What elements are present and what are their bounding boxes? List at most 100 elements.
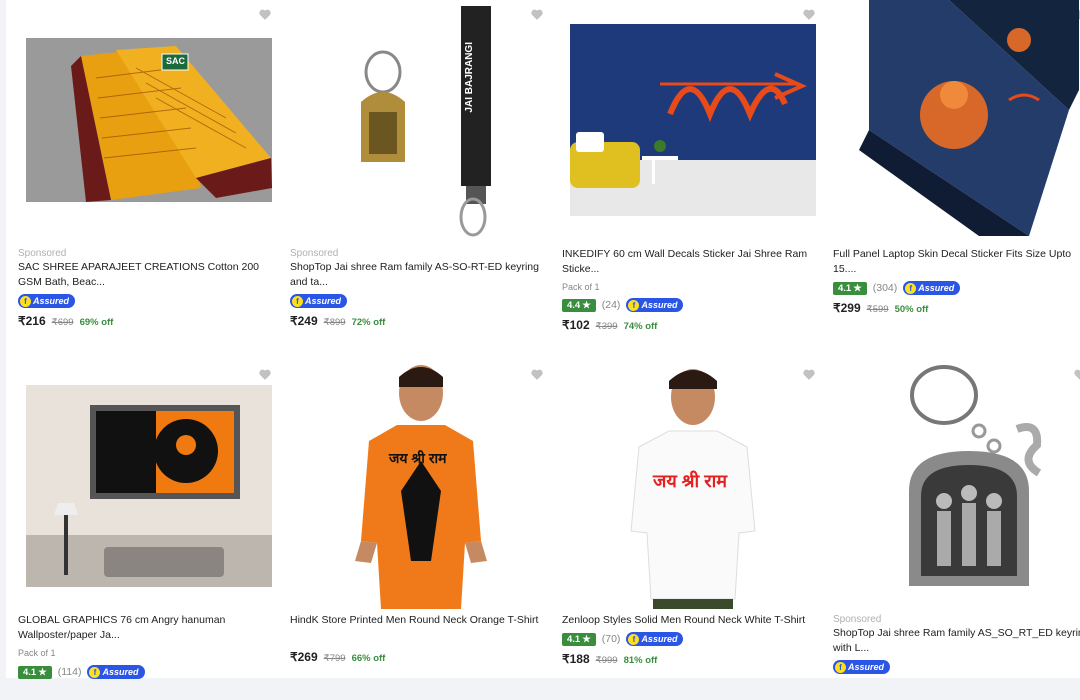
product-card[interactable]: SAC Sponsored SAC SHREE APARAJEET CREATI…	[18, 0, 280, 340]
price-row: ₹299 ₹599 50% off	[833, 301, 928, 315]
rating-value: 4.4	[567, 299, 581, 311]
assured-badge: f Assured	[290, 294, 348, 308]
sponsored-label: Sponsored	[833, 614, 882, 625]
discount: 81% off	[623, 655, 658, 666]
product-title[interactable]: Zenloop Styles Solid Men Round Neck Whit…	[562, 613, 824, 628]
assured-label: Assured	[305, 296, 342, 306]
assured-label: Assured	[848, 662, 885, 672]
shirt-print-text: जय श्री राम	[653, 471, 727, 491]
orange-tshirt-image	[355, 365, 487, 609]
product-image[interactable]	[570, 24, 816, 216]
review-count: (70)	[601, 633, 621, 645]
rating-value: 4.1	[838, 282, 852, 294]
badges-row: f Assured	[290, 294, 348, 308]
product-title[interactable]: Full Panel Laptop Skin Decal Sticker Fit…	[833, 247, 1080, 277]
product-image[interactable]: जय श्री राम	[603, 361, 783, 609]
product-image-wrap[interactable]: SAC	[18, 36, 280, 204]
discount: 72% off	[351, 317, 386, 328]
assured-icon: f	[628, 299, 640, 311]
original-price: ₹599	[866, 304, 889, 315]
wishlist-heart-icon[interactable]	[258, 8, 272, 22]
product-card[interactable]: Full Panel Laptop Skin Decal Sticker Fit…	[833, 0, 1080, 340]
assured-icon: f	[835, 661, 846, 673]
discount: 69% off	[79, 317, 114, 328]
star-icon: ★	[582, 633, 591, 645]
product-title[interactable]: ShopTop Jai shree Ram family AS-SO-RT-ED…	[290, 260, 552, 290]
price-row: ₹188 ₹999 81% off	[562, 652, 657, 666]
product-image[interactable]: जय श्री राम	[331, 361, 511, 609]
product-card[interactable]: Sponsored ShopTop Jai shree Ram family A…	[833, 360, 1080, 700]
rating-row: 4.1 ★ (304) f Assured	[833, 281, 961, 295]
assured-label: Assured	[641, 300, 678, 310]
price: ₹299	[833, 301, 861, 315]
assured-label: Assured	[641, 634, 678, 644]
saffron-towel-image	[71, 46, 272, 202]
product-title[interactable]: INKEDIFY 60 cm Wall Decals Sticker Jai S…	[562, 247, 824, 277]
product-title[interactable]: SAC SHREE APARAJEET CREATIONS Cotton 200…	[18, 260, 280, 290]
wishlist-heart-icon[interactable]	[258, 368, 272, 382]
wall-decal-image	[570, 72, 816, 216]
rating-row: 4.1 ★ (70) f Assured	[562, 632, 684, 646]
assured-badge: f Assured	[18, 294, 76, 308]
product-image-wrap[interactable]	[833, 0, 1080, 236]
original-price: ₹699	[51, 317, 74, 328]
rating-row: 4.4 ★ (24) f Assured	[562, 298, 684, 312]
assured-badge: f Assured	[903, 281, 961, 295]
review-count: (24)	[601, 299, 621, 311]
product-card[interactable]: JAI BAJRANGI Sponsored ShopTop Jai shree…	[290, 0, 552, 340]
silver-keyring-image	[909, 365, 1042, 586]
rating-badge: 4.1 ★	[18, 665, 52, 679]
price: ₹102	[562, 318, 590, 332]
review-count: (304)	[872, 282, 898, 294]
star-icon: ★	[38, 666, 47, 678]
product-title[interactable]: HindK Store Printed Men Round Neck Orang…	[290, 613, 552, 628]
product-image[interactable]: JAI BAJRANGI	[331, 2, 511, 242]
shirt-print-text: जय श्री राम	[389, 450, 447, 466]
price: ₹249	[290, 314, 318, 328]
rating-value: 4.1	[567, 633, 581, 645]
assured-label: Assured	[918, 283, 955, 293]
product-card[interactable]: INKEDIFY 60 cm Wall Decals Sticker Jai S…	[562, 0, 824, 340]
badges-row: f Assured	[833, 660, 891, 674]
rating-badge: 4.1 ★	[833, 281, 867, 295]
original-price: ₹399	[595, 321, 618, 332]
assured-badge: f Assured	[626, 298, 684, 312]
assured-badge: f Assured	[626, 632, 684, 646]
product-card[interactable]: जय श्री राम Zenloop Styles Solid Men Rou…	[562, 360, 824, 700]
product-card[interactable]: जय श्री राम HindK Store Printed Men Roun…	[290, 360, 552, 700]
keyring-lanyard-image	[361, 6, 491, 237]
sponsored-label: Sponsored	[290, 248, 339, 259]
product-image[interactable]	[26, 385, 272, 587]
product-grid: SAC Sponsored SAC SHREE APARAJEET CREATI…	[6, 0, 1080, 679]
wishlist-heart-icon[interactable]	[802, 8, 816, 22]
product-card[interactable]: GLOBAL GRAPHICS 76 cm Angry hanuman Wall…	[18, 360, 280, 700]
price-row: ₹249 ₹899 72% off	[290, 314, 385, 328]
product-image-wrap[interactable]	[833, 360, 1080, 610]
rating-row: 4.1 ★ (114) f Assured	[18, 665, 145, 679]
product-image[interactable]: SAC	[26, 38, 272, 202]
product-title[interactable]: ShopTop Jai shree Ram family AS_SO_RT_ED…	[833, 626, 1080, 656]
brand-logo-text: SAC	[166, 56, 186, 66]
price-row: ₹102 ₹399 74% off	[562, 318, 657, 332]
badges-row: f Assured	[18, 294, 76, 308]
assured-label: Assured	[102, 667, 139, 677]
product-image[interactable]	[849, 0, 1079, 236]
assured-badge: f Assured	[833, 660, 891, 674]
product-image-wrap[interactable]: जय श्री राम	[562, 360, 824, 610]
product-image-wrap[interactable]: JAI BAJRANGI	[290, 0, 552, 244]
assured-icon: f	[292, 295, 303, 307]
lanyard-text: JAI BAJRANGI	[464, 42, 475, 113]
pack-info: Pack of 1	[18, 648, 56, 658]
assured-icon: f	[905, 282, 917, 294]
price-row: ₹216 ₹699 69% off	[18, 314, 113, 328]
price: ₹188	[562, 652, 590, 666]
product-title[interactable]: GLOBAL GRAPHICS 76 cm Angry hanuman Wall…	[18, 613, 280, 643]
product-image-wrap[interactable]: जय श्री राम	[290, 360, 552, 610]
product-image-wrap[interactable]	[562, 22, 824, 218]
assured-icon: f	[20, 295, 31, 307]
product-image-wrap[interactable]	[18, 384, 280, 588]
original-price: ₹899	[323, 317, 346, 328]
product-image[interactable]	[869, 361, 1059, 609]
star-icon: ★	[582, 299, 591, 311]
review-count: (114)	[57, 666, 82, 678]
